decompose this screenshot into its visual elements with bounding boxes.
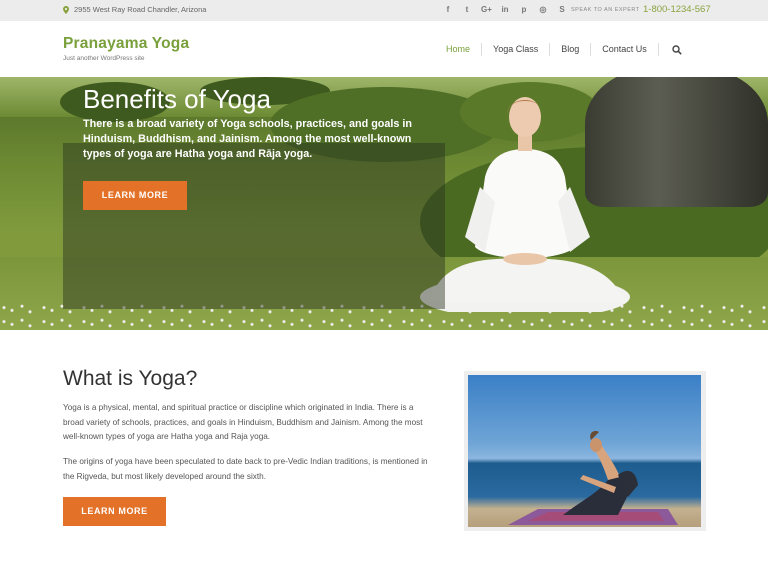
search-icon[interactable] — [672, 44, 682, 55]
hero-text-overlay — [63, 143, 445, 309]
nav-item-yoga-class[interactable]: Yoga Class — [482, 43, 551, 56]
map-pin-icon — [63, 5, 69, 14]
nav-item-blog[interactable]: Blog — [550, 43, 592, 56]
beach-yoga-image — [468, 375, 701, 527]
instagram-icon[interactable]: ◎ — [538, 4, 548, 16]
site-header: Pranayama Yoga Just another WordPress si… — [0, 21, 768, 77]
site-logo[interactable]: Pranayama Yoga — [63, 35, 189, 53]
hero-learn-more-button[interactable]: LEARN MORE — [83, 181, 187, 210]
hero-description: There is a broad variety of Yoga schools… — [83, 118, 413, 160]
speak-label: SPEAK TO AN EXPERT — [571, 7, 640, 13]
main-nav: Home Yoga Class Blog Contact Us — [436, 43, 682, 56]
twitter-icon[interactable]: t — [462, 4, 472, 16]
nav-item-contact-us[interactable]: Contact Us — [591, 43, 659, 56]
linkedin-icon[interactable]: in — [500, 4, 510, 16]
about-learn-more-button[interactable]: LEARN MORE — [63, 497, 166, 526]
hero-title: Benefits of Yoga — [83, 84, 271, 114]
about-paragraph-1: Yoga is a physical, mental, and spiritua… — [63, 403, 423, 441]
pinterest-icon[interactable]: p — [519, 4, 529, 16]
nav-item-home[interactable]: Home — [436, 43, 483, 56]
yoga-pose-illustration — [508, 430, 678, 525]
about-paragraph-2: The origins of yoga have been speculated… — [63, 457, 428, 481]
phone-number[interactable]: 1-800-1234-567 — [643, 4, 711, 15]
address: 2955 West Ray Road Chandler, Arizona — [63, 5, 206, 14]
skype-icon[interactable]: S — [557, 4, 567, 16]
social-links: f t G+ in p ◎ S — [443, 4, 567, 16]
google-plus-icon[interactable]: G+ — [481, 4, 492, 16]
site-tagline: Just another WordPress site — [63, 55, 145, 62]
top-bar: 2955 West Ray Road Chandler, Arizona f t… — [0, 0, 768, 21]
address-text: 2955 West Ray Road Chandler, Arizona — [74, 5, 207, 14]
facebook-icon[interactable]: f — [443, 4, 453, 16]
section-title: What is Yoga? — [63, 367, 198, 390]
